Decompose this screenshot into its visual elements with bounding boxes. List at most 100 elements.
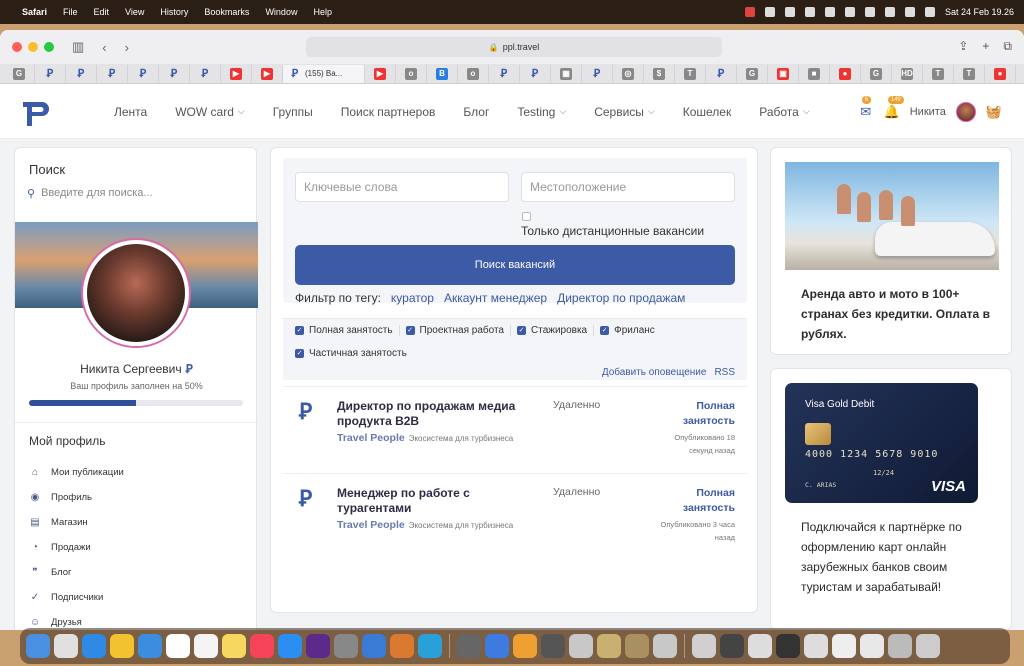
cart-icon[interactable]: 🧺 [986,104,1002,120]
menu-profile[interactable]: ◉ Профиль [29,485,249,510]
checkbox-checked-icon[interactable]: ✓ [295,349,304,358]
nav-wallet[interactable]: Кошелек [683,105,732,119]
sidebar-toggle-icon[interactable]: ▥ [72,39,84,55]
forward-icon[interactable]: › [125,40,129,55]
menu-help[interactable]: Help [313,7,332,17]
app-icon[interactable] [457,634,481,658]
tab[interactable]: ▦ [551,64,582,83]
menu-sales[interactable]: ◔ Продажи [29,535,249,560]
calendar-icon[interactable] [166,634,190,658]
close-window-button[interactable] [12,42,22,52]
tab[interactable]: Ꝑ [97,64,128,83]
window-thumbnail[interactable] [888,634,912,658]
window-thumbnail[interactable] [597,634,621,658]
avatar[interactable] [955,101,976,122]
menu-file[interactable]: File [63,7,78,17]
window-thumbnail[interactable] [748,634,772,658]
menu-window[interactable]: Window [265,7,297,17]
search-jobs-button[interactable]: Поиск вакансий [295,245,735,285]
keywords-input[interactable]: Ключевые слова [295,172,509,202]
visa-card-ad[interactable]: Visa Gold Debit 4000 1234 5678 9010 12/2… [770,368,1012,630]
job-listing[interactable]: Ꝑ Директор по продажам медиа продукта B2… [283,386,747,472]
remote-only-label[interactable]: Только дистанционные вакансии [521,224,704,238]
play-icon[interactable] [804,7,815,17]
remote-only-checkbox[interactable] [522,212,531,221]
trash-icon[interactable] [916,634,940,658]
visa-card-text[interactable]: Подключайся к партнёрке по оформлению ка… [801,517,997,597]
keyboard-input-icon[interactable] [824,7,835,17]
telegram-icon[interactable] [418,634,442,658]
tag-link[interactable]: Директор по продажам [557,291,685,305]
window-thumbnail[interactable] [776,634,800,658]
spotlight-icon[interactable] [884,7,895,17]
nav-jobs[interactable]: Работа ⌵ [759,105,809,119]
tag-link[interactable]: куратор [391,291,434,305]
window-thumbnail[interactable] [804,634,828,658]
car-rental-text[interactable]: Аренда авто и мото в 100+ странах без кр… [801,284,991,344]
rss-link[interactable]: RSS [714,367,735,378]
job-type-part-time[interactable]: ✓ Частичная занятость [289,348,413,359]
notes-icon[interactable] [222,634,246,658]
menu-friends[interactable]: ☺ Друзья [29,610,249,630]
tab[interactable]: ■ [799,64,830,83]
search-input[interactable]: ⚲ Введите для поиска... [27,182,245,204]
site-logo-icon[interactable] [20,96,50,128]
menu-followers[interactable]: ✓ Подписчики [29,585,249,610]
battery-icon[interactable] [844,7,855,17]
menu-my-posts[interactable]: ⌂ Мои публикации [29,460,249,485]
job-type-project[interactable]: ✓ Проектная работа [400,325,511,336]
safari-icon[interactable] [82,634,106,658]
wifi-icon[interactable] [864,7,875,17]
nav-partners[interactable]: Поиск партнеров [341,105,436,119]
tab[interactable]: Ꝑ [128,64,159,83]
nav-wow-card[interactable]: WOW card ⌵ [175,105,245,119]
tray-app-icon[interactable] [764,7,775,17]
tab[interactable]: ▣ [768,64,799,83]
tray-app-icon[interactable] [744,7,755,17]
job-title[interactable]: Директор по продажам медиа продукта B2B [337,399,527,429]
nav-feed[interactable]: Лента [114,105,147,119]
finder-icon[interactable] [26,634,50,658]
control-center-icon[interactable] [904,7,915,17]
tab[interactable]: Ꝑ [706,64,737,83]
menu-store[interactable]: ▤ Магазин [29,510,249,535]
tab[interactable]: o [458,64,489,83]
menu-blog[interactable]: ❞ Блог [29,560,249,585]
tab[interactable]: T [923,64,954,83]
tab[interactable]: T [675,64,706,83]
nav-blog[interactable]: Блог [463,105,489,119]
location-input[interactable]: Местоположение [521,172,735,202]
menu-edit[interactable]: Edit [94,7,110,17]
add-alert-link[interactable]: Добавить оповещение [602,367,707,378]
tab[interactable]: ▶ [221,64,252,83]
user-name[interactable]: Никита [910,106,946,118]
visa-card-image[interactable]: Visa Gold Debit 4000 1234 5678 9010 12/2… [785,383,978,503]
pages-icon[interactable] [513,634,537,658]
settings-icon[interactable] [334,634,358,658]
menu-history[interactable]: History [160,7,188,17]
tab[interactable]: G [737,64,768,83]
job-type-full-time[interactable]: ✓ Полная занятость [289,325,400,336]
reminders-icon[interactable] [194,634,218,658]
notifications-button[interactable]: 🔔 149 [884,95,904,120]
minimize-window-button[interactable] [28,42,38,52]
tab[interactable]: Ꝑ [489,64,520,83]
app-store-icon[interactable] [278,634,302,658]
tab[interactable]: Ꝑ [159,64,190,83]
tab[interactable]: ● [985,64,1016,83]
tab[interactable]: ● [830,64,861,83]
tab[interactable]: Ꝑ [520,64,551,83]
tab[interactable]: HD [892,64,923,83]
checkbox-checked-icon[interactable]: ✓ [405,326,415,335]
window-thumbnail[interactable] [860,634,884,658]
chrome-icon[interactable] [110,634,134,658]
address-bar[interactable]: 🔒 ppl.travel [306,37,722,57]
menu-bookmarks[interactable]: Bookmarks [204,7,249,17]
back-icon[interactable]: ‹ [102,40,106,55]
app-icon[interactable] [306,634,330,658]
profile-name[interactable]: Никита Сергеевич Ꝑ [15,362,258,376]
tab[interactable]: ▶ [365,64,396,83]
nav-testing[interactable]: Testing ⌵ [517,105,566,119]
tab[interactable]: Ꝑ [190,64,221,83]
tab[interactable]: Ꝑ [582,64,613,83]
